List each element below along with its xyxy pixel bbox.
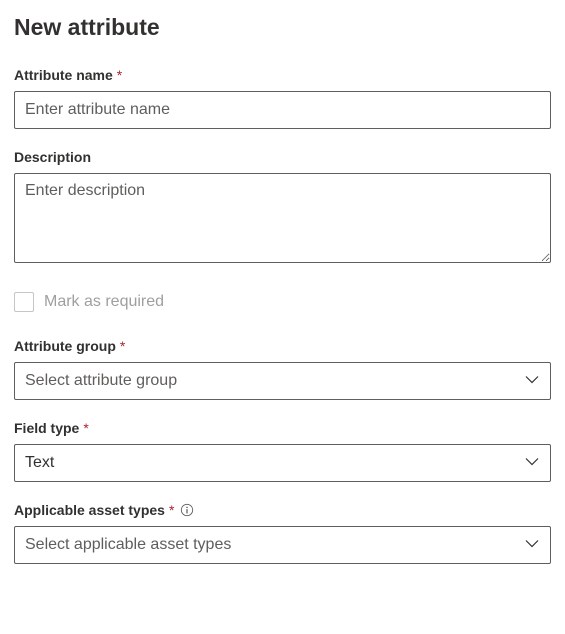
required-indicator: *: [120, 338, 125, 354]
field-attribute-name: Attribute name *: [14, 67, 551, 129]
field-description: Description: [14, 149, 551, 266]
field-attribute-group: Attribute group * Select attribute group: [14, 338, 551, 400]
page-title: New attribute: [14, 14, 551, 41]
required-indicator: *: [169, 502, 174, 518]
attribute-group-select[interactable]: Select attribute group: [14, 362, 551, 400]
select-value: Select applicable asset types: [25, 536, 231, 554]
select-value: Select attribute group: [25, 372, 177, 390]
label-text: Field type: [14, 420, 79, 436]
required-indicator: *: [117, 67, 122, 83]
label-text: Attribute name: [14, 67, 113, 83]
attribute-name-label: Attribute name *: [14, 67, 551, 83]
field-type-select[interactable]: Text: [14, 444, 551, 482]
description-input[interactable]: [14, 173, 551, 263]
label-text: Applicable asset types: [14, 502, 165, 518]
field-type-label: Field type *: [14, 420, 551, 436]
mark-required-label: Mark as required: [44, 293, 164, 311]
attribute-group-label: Attribute group *: [14, 338, 551, 354]
applicable-asset-types-label: Applicable asset types *: [14, 502, 551, 518]
attribute-name-input[interactable]: [14, 91, 551, 129]
label-text: Description: [14, 149, 91, 165]
field-applicable-asset-types: Applicable asset types * Select applicab…: [14, 502, 551, 564]
applicable-asset-types-select[interactable]: Select applicable asset types: [14, 526, 551, 564]
required-indicator: *: [83, 420, 88, 436]
info-icon[interactable]: [180, 503, 194, 517]
select-value: Text: [25, 454, 54, 472]
label-text: Attribute group: [14, 338, 116, 354]
description-label: Description: [14, 149, 551, 165]
field-field-type: Field type * Text: [14, 420, 551, 482]
mark-required-checkbox[interactable]: [14, 292, 34, 312]
mark-required-row: Mark as required: [14, 292, 551, 312]
